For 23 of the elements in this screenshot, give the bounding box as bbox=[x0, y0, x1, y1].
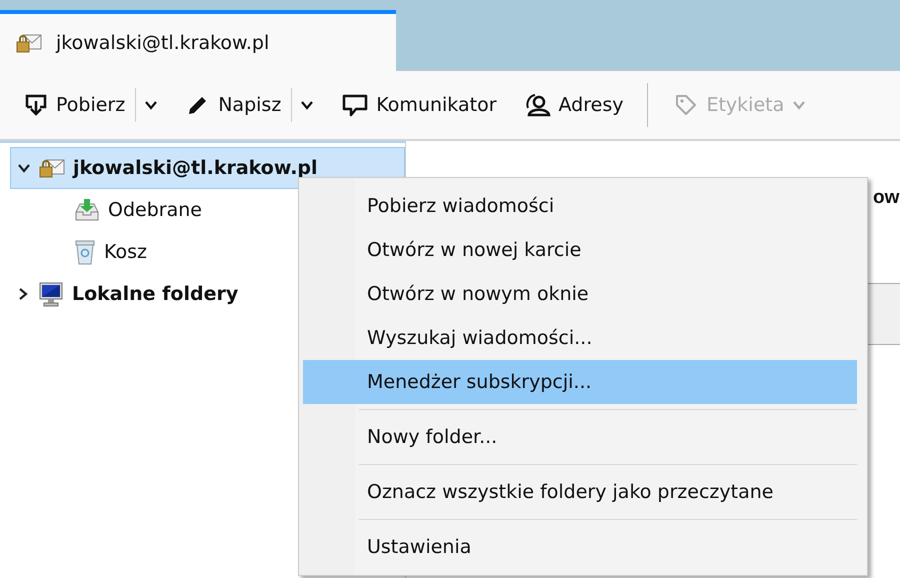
speech-bubble-icon bbox=[342, 93, 368, 117]
toolbar-button[interactable]: Komunikator bbox=[338, 87, 501, 123]
menu-item[interactable]: Ustawienia bbox=[303, 525, 857, 569]
contacts-icon bbox=[524, 93, 551, 117]
inbox-icon bbox=[74, 198, 100, 222]
toolbar-button[interactable]: Adresy bbox=[520, 87, 628, 123]
tag-icon bbox=[674, 93, 698, 117]
menu-item[interactable]: Menedżer subskrypcji... bbox=[303, 360, 857, 404]
monitor-icon bbox=[38, 281, 64, 307]
menu-item[interactable]: Nowy folder... bbox=[303, 415, 857, 459]
toolbar-button[interactable]: Napisz bbox=[182, 87, 286, 123]
download-icon bbox=[24, 93, 48, 117]
mail-lock-icon bbox=[16, 32, 42, 52]
trash-icon bbox=[74, 239, 96, 265]
menu-item[interactable]: Oznacz wszystkie foldery jako przeczytane bbox=[303, 470, 857, 514]
heading: ow bbox=[873, 187, 900, 209]
menu-item[interactable]: Otwórz w nowym oknie bbox=[303, 272, 857, 316]
folder-item[interactable]: jkowalski@tl.krakow.pl bbox=[10, 147, 405, 189]
mail-lock-icon bbox=[39, 158, 65, 178]
menu-item[interactable]: Wyszukaj wiadomości... bbox=[303, 316, 857, 360]
menu-item[interactable]: Otwórz w nowej karcie bbox=[303, 228, 857, 272]
tab[interactable]: jkowalski@tl.krakow.pl bbox=[0, 10, 396, 71]
toolbar-button[interactable]: Pobierz bbox=[20, 87, 130, 123]
